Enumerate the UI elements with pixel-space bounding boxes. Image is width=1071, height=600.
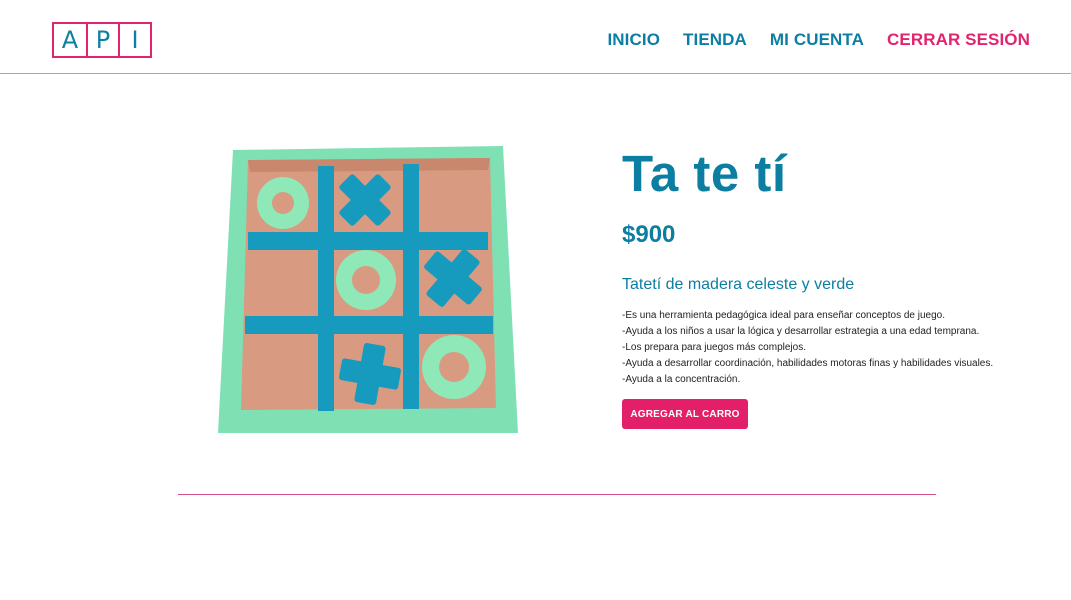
logo-letter: A <box>61 26 79 54</box>
site-logo[interactable]: A P I <box>52 22 152 58</box>
logo-letter: P <box>86 24 118 56</box>
nav-link-inicio[interactable]: INICIO <box>607 30 660 50</box>
description-line: -Los prepara para juegos más complejos. <box>622 342 806 353</box>
nav-link-mi-cuenta[interactable]: MI CUENTA <box>770 30 864 50</box>
logo-letter: I <box>118 24 150 56</box>
product-image <box>218 146 518 433</box>
main-nav: INICIO TIENDA MI CUENTA CERRAR SESIÓN <box>607 30 1030 50</box>
product-description: -Es una herramienta pedagógica ideal par… <box>622 308 1042 388</box>
product-subtitle: Tatetí de madera celeste y verde <box>622 276 855 293</box>
description-line: -Es una herramienta pedagógica ideal par… <box>622 310 945 321</box>
nav-link-tienda[interactable]: TIENDA <box>683 30 747 50</box>
description-line: -Ayuda a la concentración. <box>622 374 741 385</box>
description-line: -Ayuda a los niños a usar la lógica y de… <box>622 326 980 337</box>
product-title: Ta te tí <box>622 145 787 202</box>
nav-link-cerrar-sesion[interactable]: CERRAR SESIÓN <box>887 30 1030 50</box>
site-header: A P I INICIO TIENDA MI CUENTA CERRAR SES… <box>0 0 1071 74</box>
product-price: $900 <box>622 221 676 248</box>
add-to-cart-button[interactable]: AGREGAR AL CARRO <box>622 399 748 429</box>
description-line: -Ayuda a desarrollar coordinación, habil… <box>622 358 994 369</box>
section-divider <box>178 494 936 495</box>
